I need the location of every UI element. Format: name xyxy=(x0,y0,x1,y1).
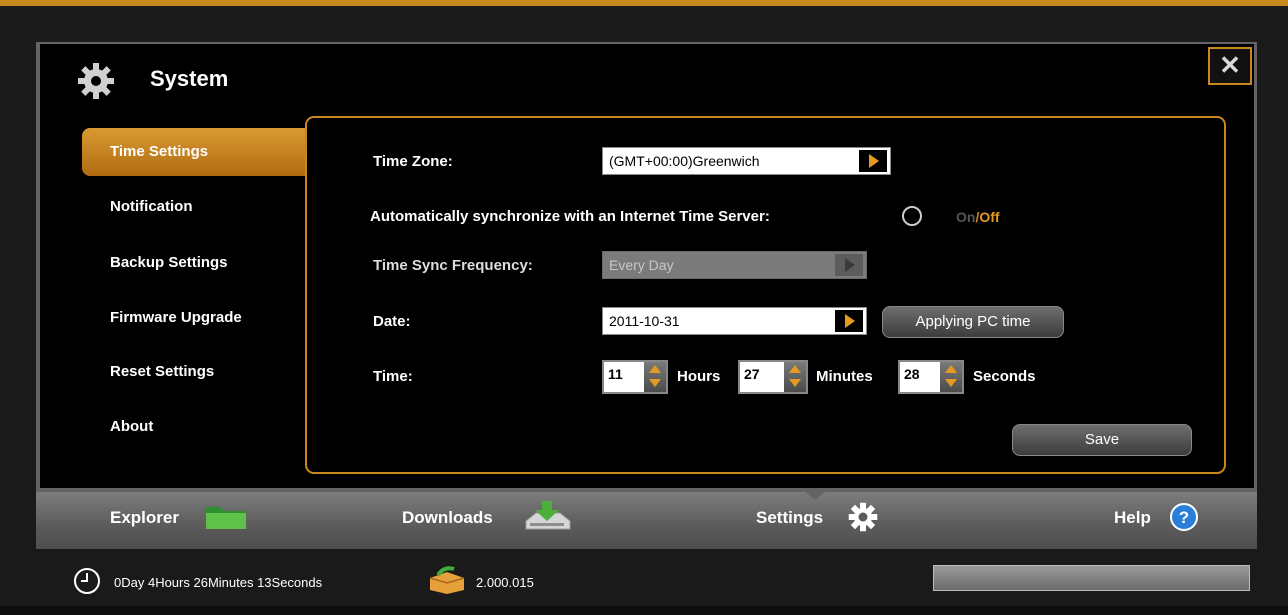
gear-icon xyxy=(78,63,114,99)
nav-downloads[interactable]: Downloads xyxy=(402,508,493,528)
download-icon[interactable] xyxy=(522,499,572,533)
sidebar-item-reset-settings[interactable]: Reset Settings xyxy=(82,348,306,396)
nav-label: Settings xyxy=(756,508,824,527)
apply-pc-time-button[interactable]: Applying PC time xyxy=(882,306,1064,338)
close-icon[interactable]: ✕ xyxy=(1219,50,1241,80)
stepper-arrows[interactable] xyxy=(644,362,666,392)
stepper-up-icon[interactable] xyxy=(789,365,801,373)
time-label: Time: xyxy=(373,368,413,385)
folder-icon[interactable] xyxy=(204,503,248,531)
sync-frequency-select: Every Day xyxy=(602,251,867,279)
nav-help[interactable]: Help xyxy=(1114,508,1151,528)
seconds-unit-label: Seconds xyxy=(973,368,1036,385)
version-text: 2.000.015 xyxy=(476,575,534,590)
stepper-up-icon[interactable] xyxy=(649,365,661,373)
date-value: 2011-10-31 xyxy=(609,313,680,329)
stepper-arrows[interactable] xyxy=(784,362,806,392)
minutes-unit-label: Minutes xyxy=(816,368,873,385)
stepper-down-icon[interactable] xyxy=(649,379,661,387)
sidebar-item-time-settings[interactable]: Time Settings xyxy=(82,128,306,176)
package-icon xyxy=(429,566,465,594)
time-zone-value: (GMT+00:00)Greenwich xyxy=(609,153,760,169)
nav-label: Help xyxy=(1114,508,1151,527)
sidebar-item-notification[interactable]: Notification xyxy=(82,183,306,231)
stepper-down-icon[interactable] xyxy=(789,379,801,387)
seconds-stepper[interactable]: 28 xyxy=(898,360,964,394)
date-picker-arrow-icon[interactable] xyxy=(835,310,863,332)
hours-unit-label: Hours xyxy=(677,368,721,385)
help-icon[interactable]: ? xyxy=(1170,503,1198,531)
close-button[interactable]: ✕ xyxy=(1208,47,1252,85)
nav-label: Downloads xyxy=(402,508,493,527)
stepper-down-icon[interactable] xyxy=(945,379,957,387)
hours-stepper[interactable]: 11 xyxy=(602,360,668,394)
sidebar-item-firmware-upgrade[interactable]: Firmware Upgrade xyxy=(82,294,306,342)
save-button[interactable]: Save xyxy=(1012,424,1192,456)
hours-value[interactable]: 11 xyxy=(608,366,623,382)
sidebar-item-label: Firmware Upgrade xyxy=(110,309,242,326)
date-select[interactable]: 2011-10-31 xyxy=(602,307,867,335)
nav-settings[interactable]: Settings xyxy=(756,508,823,528)
gear-icon[interactable] xyxy=(848,502,878,532)
top-band xyxy=(0,6,1288,42)
auto-sync-state: On/Off xyxy=(956,209,1000,225)
stepper-arrows[interactable] xyxy=(940,362,962,392)
off-label: Off xyxy=(979,209,1000,225)
status-progress-bar xyxy=(933,565,1250,591)
sidebar-item-label: Backup Settings xyxy=(110,254,228,271)
nav-label: Explorer xyxy=(110,508,179,527)
dropdown-arrow-icon[interactable] xyxy=(859,150,887,172)
bottom-edge xyxy=(0,606,1288,615)
minutes-value[interactable]: 27 xyxy=(744,366,760,382)
sync-frequency-label: Time Sync Frequency: xyxy=(373,257,533,274)
auto-sync-label: Automatically synchronize with an Intern… xyxy=(370,208,770,225)
date-label: Date: xyxy=(373,313,411,330)
clock-icon xyxy=(74,568,100,594)
dropdown-arrow-icon xyxy=(835,254,863,276)
time-zone-label: Time Zone: xyxy=(373,153,453,170)
sidebar-item-label: Notification xyxy=(110,198,193,215)
stepper-up-icon[interactable] xyxy=(945,365,957,373)
on-label: On xyxy=(956,209,976,225)
sidebar-item-about[interactable]: About xyxy=(82,403,306,451)
sidebar-item-label: Reset Settings xyxy=(110,363,215,380)
sidebar-item-backup-settings[interactable]: Backup Settings xyxy=(82,239,306,287)
seconds-value[interactable]: 28 xyxy=(904,366,920,382)
sidebar-item-label: About xyxy=(110,418,154,435)
dialog-title: System xyxy=(150,66,229,91)
sidebar-item-label: Time Settings xyxy=(110,143,209,160)
auto-sync-toggle[interactable] xyxy=(902,206,922,226)
active-tab-indicator xyxy=(804,491,826,500)
svg-text:?: ? xyxy=(1179,508,1189,527)
time-zone-select[interactable]: (GMT+00:00)Greenwich xyxy=(602,147,891,175)
minutes-stepper[interactable]: 27 xyxy=(738,360,808,394)
sync-frequency-value: Every Day xyxy=(609,257,674,273)
nav-explorer[interactable]: Explorer xyxy=(110,508,179,528)
uptime-text: 0Day 4Hours 26Minutes 13Seconds xyxy=(114,575,323,590)
